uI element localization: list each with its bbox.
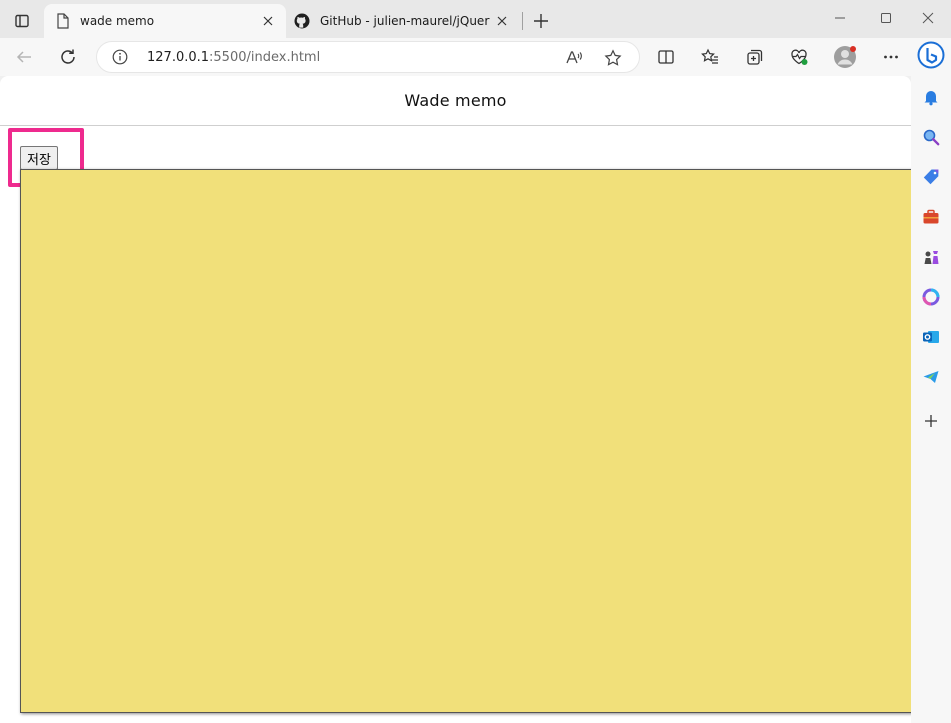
settings-more-button[interactable] (875, 42, 907, 72)
favorite-button[interactable] (602, 47, 624, 69)
read-aloud-button[interactable] (563, 47, 585, 69)
split-screen-button[interactable] (650, 42, 682, 72)
maximize-icon (881, 13, 891, 23)
more-icon (884, 55, 898, 59)
tab-label: wade memo (80, 14, 155, 28)
save-button[interactable]: 저장 (20, 146, 58, 170)
url-path: :5500/index.html (209, 50, 321, 65)
search-icon (923, 129, 940, 146)
shopping-tag-icon (923, 169, 939, 185)
games-icon (924, 251, 939, 264)
github-icon (294, 13, 310, 29)
telegram-icon (923, 371, 939, 383)
bing-icon (917, 41, 945, 69)
tools-button[interactable] (916, 202, 946, 232)
tab-github[interactable]: GitHub - julien-maurel/jQuery-St (288, 4, 520, 38)
favorites-icon (701, 48, 718, 64)
page-header: Wade memo (0, 76, 911, 126)
close-tab-button[interactable] (494, 13, 510, 29)
notifications-button[interactable] (916, 82, 946, 112)
address-bar[interactable]: 127.0.0.1:5500/index.html (96, 41, 640, 73)
outlook-icon (923, 331, 939, 343)
close-icon (497, 16, 507, 26)
close-icon (263, 16, 273, 26)
shopping-button[interactable] (916, 162, 946, 192)
edge-sidebar (911, 38, 951, 723)
collections-icon (747, 49, 763, 65)
memo-textarea[interactable] (20, 169, 911, 713)
url-text: 127.0.0.1:5500/index.html (147, 50, 320, 65)
page-icon (57, 13, 69, 29)
back-button[interactable] (8, 42, 40, 72)
refresh-icon (61, 49, 75, 64)
minimize-icon (835, 17, 845, 19)
plus-icon (534, 14, 548, 28)
collections-button[interactable] (739, 42, 771, 72)
tab-label: GitHub - julien-maurel/jQuery-St (320, 14, 490, 28)
new-tab-button[interactable] (528, 8, 554, 34)
tab-separator (522, 12, 523, 30)
office-icon (922, 288, 940, 306)
office-button[interactable] (916, 282, 946, 312)
browser-essentials-button[interactable] (783, 42, 815, 72)
tools-icon (923, 209, 939, 224)
bing-chat-button[interactable] (916, 40, 946, 70)
outlook-button[interactable] (916, 322, 946, 352)
window-close-button[interactable] (905, 4, 951, 32)
info-icon (112, 49, 128, 65)
minimize-button[interactable] (817, 4, 863, 32)
search-button[interactable] (916, 122, 946, 152)
browser-toolbar: 127.0.0.1:5500/index.html (0, 38, 951, 76)
maximize-button[interactable] (863, 4, 909, 32)
tab-actions-button[interactable] (8, 8, 36, 34)
tab-wade-memo[interactable]: wade memo (44, 4, 286, 38)
add-sidebar-app-button[interactable] (916, 406, 946, 436)
favorites-button[interactable] (694, 42, 726, 72)
page-title: Wade memo (404, 91, 507, 110)
drop-button[interactable] (916, 362, 946, 392)
heart-pulse-icon (791, 49, 808, 65)
site-info-button[interactable] (111, 48, 129, 66)
add-icon (925, 415, 937, 427)
url-host: 127.0.0.1 (147, 50, 210, 65)
back-arrow-icon (16, 51, 31, 63)
tab-strip: wade memo GitHub - julien-maurel/jQuery-… (0, 0, 951, 38)
page-viewport: Wade memo 저장 (0, 76, 911, 723)
profile-button[interactable] (829, 42, 861, 72)
read-aloud-icon (566, 51, 582, 64)
close-icon (922, 12, 934, 24)
notification-bell-icon (924, 91, 938, 106)
games-button[interactable] (916, 242, 946, 272)
avatar (834, 46, 856, 68)
star-icon (604, 49, 622, 66)
split-screen-icon (658, 50, 674, 64)
refresh-button[interactable] (52, 42, 84, 72)
close-tab-button[interactable] (260, 13, 276, 29)
tab-actions-icon (15, 14, 29, 28)
